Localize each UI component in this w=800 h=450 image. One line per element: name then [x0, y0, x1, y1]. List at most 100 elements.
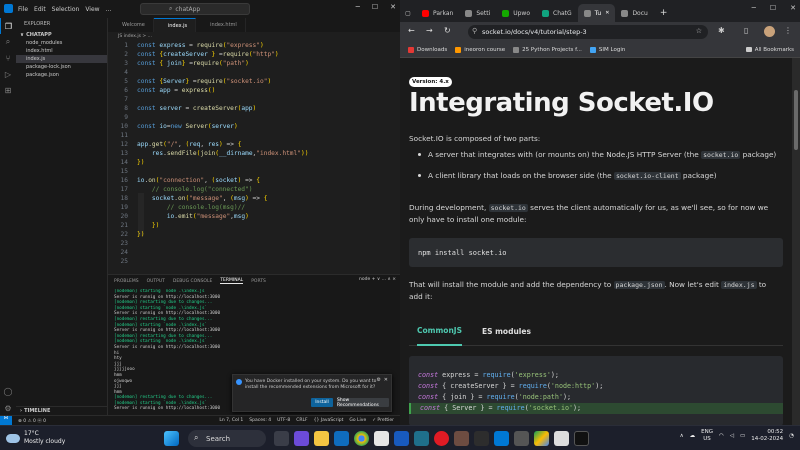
notification-bell-icon[interactable]: ◔ — [789, 433, 794, 439]
browser-tab[interactable]: ChatG — [536, 4, 578, 22]
status-item[interactable]: CRLF — [296, 418, 307, 423]
menu-icon[interactable]: ⋮ — [784, 26, 792, 35]
status-item[interactable]: Ln 7, Col 1 — [219, 418, 243, 423]
show-recommendations-button[interactable]: Show Recommendations — [337, 398, 389, 408]
source-control-icon[interactable]: ⑂ — [0, 50, 16, 66]
code-line[interactable]: 22}) — [108, 230, 400, 239]
code-line[interactable]: 13 res.sendFile(join(__dirname,"index.ht… — [108, 149, 400, 158]
editor-tab[interactable]: index.js — [153, 18, 197, 32]
code-line[interactable]: 24 — [108, 248, 400, 257]
module-tab[interactable]: CommonJS — [417, 318, 462, 346]
drive-icon[interactable] — [534, 431, 549, 446]
code-line[interactable]: 15 — [108, 167, 400, 176]
code-line[interactable]: 17 // console.log("connected") — [108, 185, 400, 194]
wifi-icon[interactable]: ◠ — [719, 433, 724, 439]
timeline-section[interactable]: › TIMELINE — [16, 406, 107, 415]
code-line[interactable]: 10 const io=new Server(server) — [108, 122, 400, 131]
example-code-block[interactable]: const express = require('express'); const… — [409, 356, 783, 425]
version-badge[interactable]: Version: 4.x — [409, 77, 452, 87]
browser-tab[interactable]: Tu ✕ — [577, 4, 616, 22]
code-line[interactable]: 21 }) — [108, 221, 400, 230]
code-line[interactable]: 16 io.on("connection", (socket) => { — [108, 176, 400, 185]
search-icon[interactable]: ⌕ — [0, 34, 16, 50]
app-icon[interactable] — [454, 431, 469, 446]
scrollbar-thumb[interactable] — [794, 90, 798, 150]
volume-icon[interactable]: ◁ — [730, 433, 734, 439]
file-item[interactable]: package-lock.json — [16, 63, 107, 71]
taskbar-search[interactable]: ⌕ Search — [188, 430, 266, 447]
code-line[interactable]: 3 const { join} =require("path") — [108, 59, 400, 68]
install-button[interactable]: Install — [311, 398, 333, 407]
close-icon[interactable]: ✕ — [384, 377, 388, 383]
bookmark-item[interactable]: SIM Login — [589, 46, 625, 53]
store-icon[interactable] — [374, 431, 389, 446]
panel-tab[interactable]: TERMINAL — [220, 278, 244, 284]
menu-item[interactable]: File — [18, 6, 28, 13]
code-line[interactable]: 18 socket.on("message", (msg) => { — [108, 194, 400, 203]
minimize-icon[interactable]: ─ — [752, 4, 756, 12]
menu-item[interactable]: Selection — [52, 6, 80, 13]
terminal-icon[interactable] — [574, 431, 589, 446]
maximize-icon[interactable]: ☐ — [770, 4, 776, 12]
code-line[interactable]: 9 — [108, 113, 400, 122]
file-item[interactable]: node_modules — [16, 39, 107, 47]
code-line[interactable]: 11 — [108, 131, 400, 140]
code-line[interactable]: 19 // console.log(msg)// — [108, 203, 400, 212]
close-tab-icon[interactable]: ✕ — [605, 10, 609, 16]
code-editor[interactable]: 1 const express = require("express") 2 cons… — [108, 40, 400, 274]
panel-tab[interactable]: DEBUG CONSOLE — [173, 279, 212, 284]
code-line[interactable]: 25 — [108, 257, 400, 266]
vscode-icon[interactable] — [494, 431, 509, 446]
explorer-section-chatapp[interactable]: ∨ CHATAPP — [16, 30, 107, 39]
clock[interactable]: 00:52 14-02-2024 — [751, 429, 783, 443]
file-item[interactable]: index.html — [16, 47, 107, 55]
code-line[interactable]: 1 const express = require("express") — [108, 41, 400, 50]
weather-widget[interactable]: 17°C Mostly cloudy — [6, 430, 65, 446]
command-center-search[interactable]: ⌕ chatApp — [140, 3, 250, 15]
code-line[interactable]: 20 io.emit("message",msg) — [108, 212, 400, 221]
bookmark-item[interactable]: ineoron course — [455, 46, 505, 53]
code-line[interactable]: 6 const app = express() — [108, 86, 400, 95]
maximize-icon[interactable]: ☐ — [372, 3, 378, 11]
panel-tab[interactable]: OUTPUT — [147, 279, 165, 284]
code-line[interactable]: 4 — [108, 68, 400, 77]
account-icon[interactable]: ◯ — [0, 383, 16, 399]
file-item[interactable]: package.json — [16, 71, 107, 79]
browser-tab[interactable]: Parkan — [416, 4, 459, 22]
terminal-app-icon[interactable] — [474, 431, 489, 446]
battery-icon[interactable]: ▭ — [740, 433, 745, 439]
task-view-icon[interactable] — [274, 431, 289, 446]
close-icon[interactable]: ✕ — [790, 4, 796, 12]
gear-icon[interactable]: ⚙ — [0, 400, 16, 416]
bookmark-item[interactable]: Downloads — [408, 46, 447, 53]
remote-icon[interactable]: ⋈ — [0, 415, 12, 426]
file-explorer-icon[interactable] — [314, 431, 329, 446]
sidepanel-icon[interactable]: ▯ — [744, 26, 748, 35]
close-icon[interactable]: ✕ — [390, 3, 396, 11]
status-item[interactable]: Go Live — [349, 418, 366, 423]
problems-status[interactable]: ⊗ 0 ⚠ 0 ⓦ 0 — [18, 418, 46, 424]
reload-icon[interactable]: ↻ — [444, 26, 451, 35]
opera-icon[interactable] — [434, 431, 449, 446]
browser-tab[interactable]: Setti — [459, 4, 496, 22]
status-item[interactable]: ✓ Prettier — [372, 418, 394, 423]
run-debug-icon[interactable]: ▷ — [0, 66, 16, 82]
install-code-block[interactable]: npm install socket.io — [409, 238, 783, 267]
profile-avatar[interactable] — [764, 26, 775, 37]
code-line[interactable]: 14}) — [108, 158, 400, 167]
menu-item[interactable]: View — [85, 6, 99, 13]
new-tab-button[interactable]: + — [660, 4, 668, 22]
back-icon[interactable]: ← — [408, 26, 415, 35]
editor-tab[interactable]: index.html — [196, 18, 246, 32]
menu-item[interactable]: … — [106, 6, 112, 13]
code-line[interactable]: 8 const server = createServer(app) — [108, 104, 400, 113]
terminal-actions[interactable]: node + ∨ … ∧ × — [359, 277, 396, 282]
file-item[interactable]: index.js — [16, 55, 107, 63]
minimize-icon[interactable]: ─ — [356, 3, 360, 11]
panel-tab[interactable]: PORTS — [251, 279, 266, 284]
app-icon[interactable] — [414, 431, 429, 446]
forward-icon[interactable]: → — [426, 26, 433, 35]
start-icon[interactable] — [164, 431, 179, 446]
address-bar[interactable]: ⚲ socket.io/docs/v4/tutorial/step-3 ☆ — [468, 25, 708, 39]
extensions-icon[interactable]: ✱ — [718, 26, 725, 35]
